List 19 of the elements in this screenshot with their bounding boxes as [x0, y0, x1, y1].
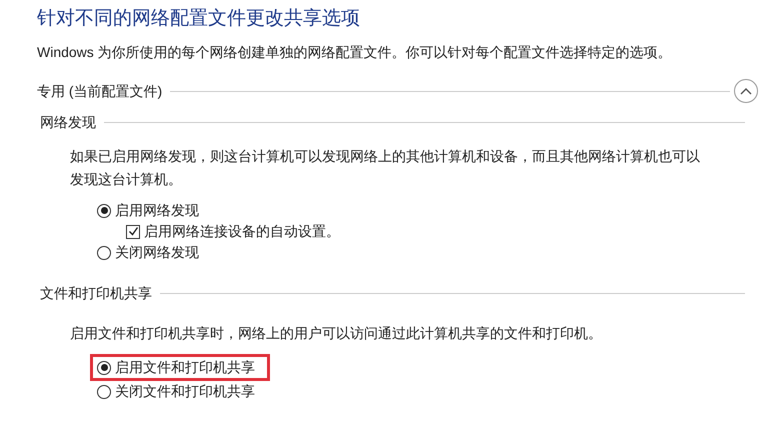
page-description: Windows 为你所使用的每个网络创建单独的网络配置文件。你可以针对每个配置文件选择特定的选项。: [37, 43, 673, 62]
radio-button[interactable]: [97, 360, 111, 374]
section-description: 如果已启用网络发现，则这台计算机可以发现网络上的其他计算机和设备，而且其他网络计算机也可以发现这台计算机。: [70, 147, 700, 189]
option-label: 启用网络发现: [115, 201, 199, 220]
section-heading: 网络发现: [40, 113, 96, 132]
chevron-up-icon: [740, 87, 752, 95]
section-description: 启用文件和打印机共享时，网络上的用户可以访问通过此计算机共享的文件和打印机。: [70, 324, 603, 343]
option-label: 启用文件和打印机共享: [115, 358, 255, 377]
profile-heading: 专用 (当前配置文件): [37, 82, 162, 101]
option-label: 关闭文件和打印机共享: [115, 382, 255, 401]
option-label: 关闭网络发现: [115, 243, 199, 262]
checkbox[interactable]: [126, 224, 140, 238]
collapse-button[interactable]: [734, 79, 758, 103]
radio-button[interactable]: [97, 384, 111, 398]
radio-button[interactable]: [97, 246, 111, 260]
radio-button[interactable]: [97, 204, 111, 218]
page-title: 针对不同的网络配置文件更改共享选项: [37, 7, 361, 31]
section-heading: 文件和打印机共享: [40, 284, 152, 303]
option-label: 启用网络连接设备的自动设置。: [144, 222, 340, 241]
